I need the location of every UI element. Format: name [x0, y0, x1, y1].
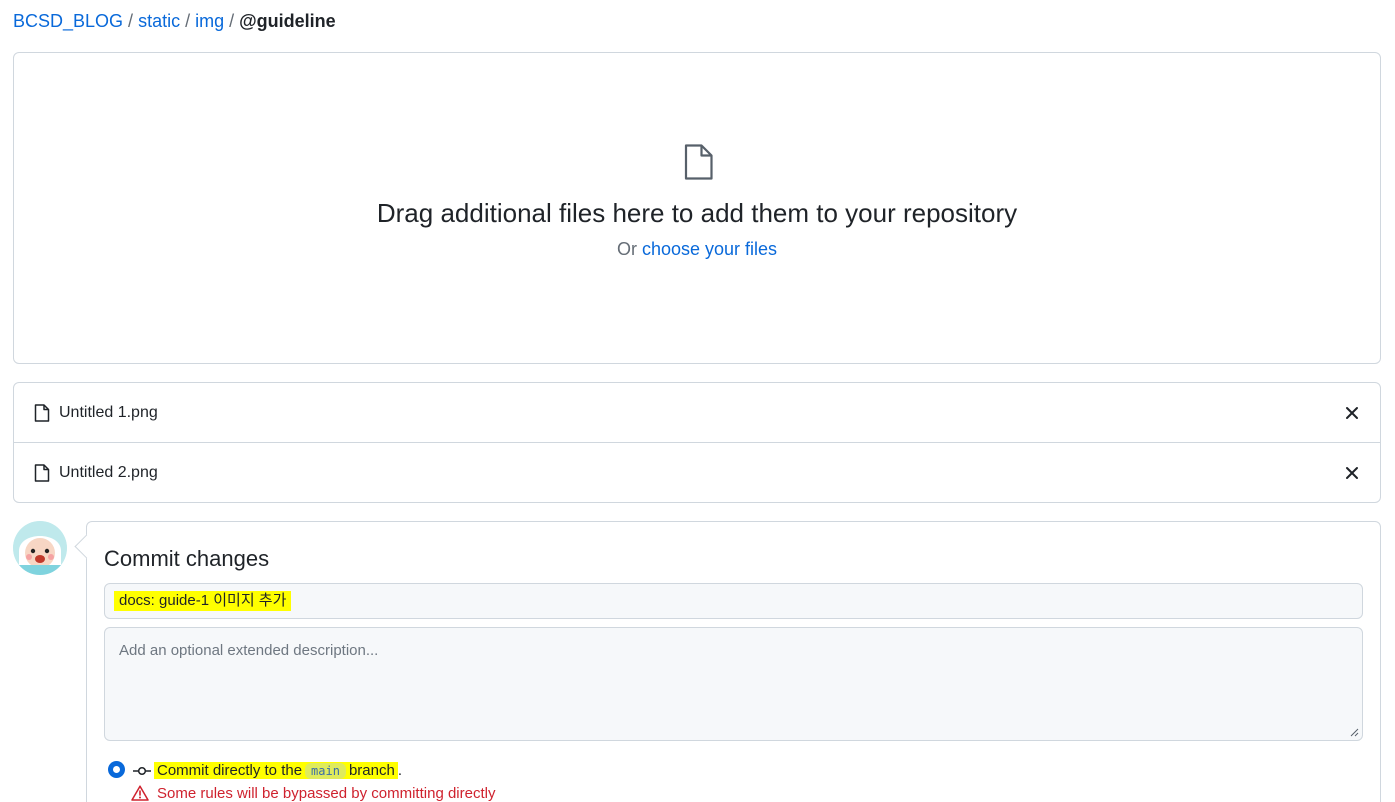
file-icon: [34, 404, 50, 422]
file-dropzone[interactable]: Drag additional files here to add them t…: [13, 52, 1381, 364]
breadcrumb-img-link[interactable]: img: [195, 11, 224, 31]
git-commit-icon: [133, 766, 151, 776]
resize-handle-icon[interactable]: [1349, 727, 1359, 737]
avatar: [13, 521, 67, 575]
file-row: Untitled 1.png: [14, 383, 1380, 442]
commit-direct-prefix: Commit directly to the: [157, 762, 303, 779]
commit-direct-suffix: branch: [348, 762, 395, 779]
x-icon[interactable]: [1344, 405, 1360, 421]
branch-name-badge: main: [305, 763, 346, 779]
file-name: Untitled 2.png: [59, 464, 158, 481]
breadcrumb-repo-link[interactable]: BCSD_BLOG: [13, 11, 123, 31]
choose-files-link[interactable]: choose your files: [642, 239, 777, 259]
dropzone-title: Drag additional files here to add them t…: [376, 198, 1018, 228]
x-icon[interactable]: [1344, 465, 1360, 481]
commit-direct-radio[interactable]: [109, 762, 124, 777]
breadcrumb-separator: /: [128, 11, 134, 31]
file-row: Untitled 2.png: [14, 442, 1380, 501]
file-name: Untitled 1.png: [59, 404, 158, 421]
commit-title: Commit changes: [104, 546, 270, 571]
breadcrumb-separator: /: [185, 11, 191, 31]
breadcrumb-current: @guideline: [239, 11, 336, 31]
breadcrumb: BCSD_BLOG / static / img / @guideline: [13, 10, 336, 32]
file-icon: [684, 144, 713, 180]
commit-changes-panel: Commit changes docs: guide-1 이미지 추가 Add …: [86, 521, 1381, 802]
bypass-warning-text: Some rules will be bypassed by committin…: [157, 785, 496, 802]
dropzone-subtitle: Or choose your files: [14, 238, 1380, 260]
commit-summary-input[interactable]: docs: guide-1 이미지 추가: [104, 583, 1363, 619]
alert-icon: [131, 785, 149, 801]
commit-description-textarea[interactable]: Add an optional extended description...: [104, 627, 1363, 741]
breadcrumb-separator: /: [229, 11, 235, 31]
commit-summary-value: docs: guide-1 이미지 추가: [114, 591, 292, 611]
uploaded-file-list: Untitled 1.png Untitled 2.png: [13, 382, 1381, 503]
commit-direct-period: .: [397, 762, 402, 779]
dropzone-or-text: Or: [616, 239, 637, 259]
breadcrumb-static-link[interactable]: static: [138, 11, 180, 31]
commit-direct-label: Commit directly to the main branch.: [154, 761, 402, 781]
commit-description-placeholder: Add an optional extended description...: [119, 642, 379, 659]
file-icon: [34, 464, 50, 482]
avatar-image: [13, 521, 67, 575]
